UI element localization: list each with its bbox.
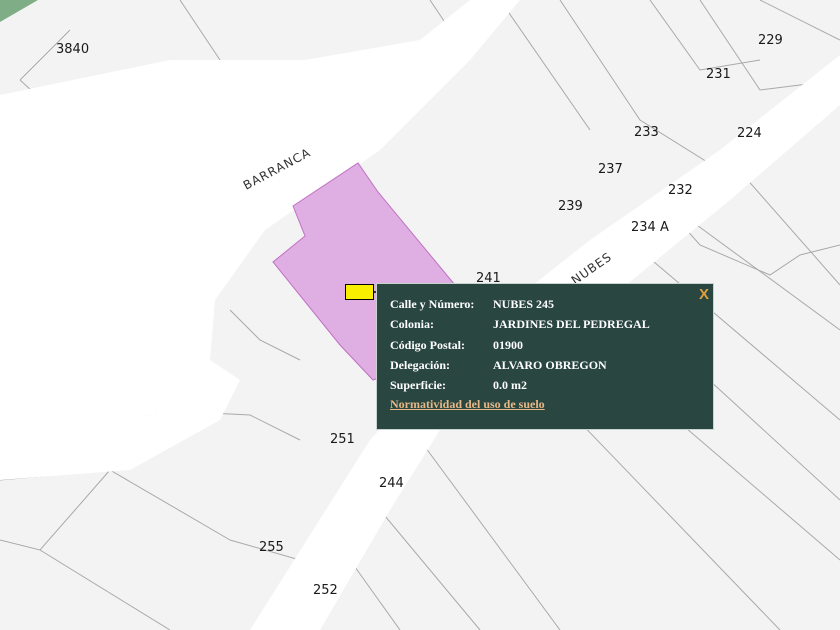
info-label: Colonia: [390,317,435,331]
info-label: Calle y Número: [390,297,475,311]
lot-number: 252 [313,583,338,598]
info-value: ALVARO OBREGON [493,358,607,372]
info-value: 0.0 m2 [493,378,527,392]
lot-number: 244 [379,476,404,491]
info-label: Delegación: [390,358,450,372]
lot-number: 239 [558,199,583,214]
land-use-regulation-link[interactable]: Normatividad del uso de suelo [390,397,545,412]
info-label: Superficie: [390,378,446,392]
lot-number: 255 [259,540,284,555]
lot-number: 234 A [631,220,669,235]
lot-number: 232 [668,183,693,198]
lot-number: 237 [598,162,623,177]
info-value: JARDINES DEL PEDREGAL [493,317,650,331]
lot-number: 251 [330,432,355,447]
info-label: Código Postal: [390,338,465,352]
lot-number: 224 [737,126,762,141]
info-value: NUBES 245 [493,297,555,311]
lot-number: 3840 [56,42,89,57]
lot-number: 231 [706,67,731,82]
close-button[interactable]: X [699,286,709,303]
lot-number: 229 [758,33,783,48]
lot-number: 233 [634,125,659,140]
info-value: 01900 [493,338,523,352]
parcel-info-popup: X Calle y Número: NUBES 245 Colonia: JAR… [376,283,714,430]
